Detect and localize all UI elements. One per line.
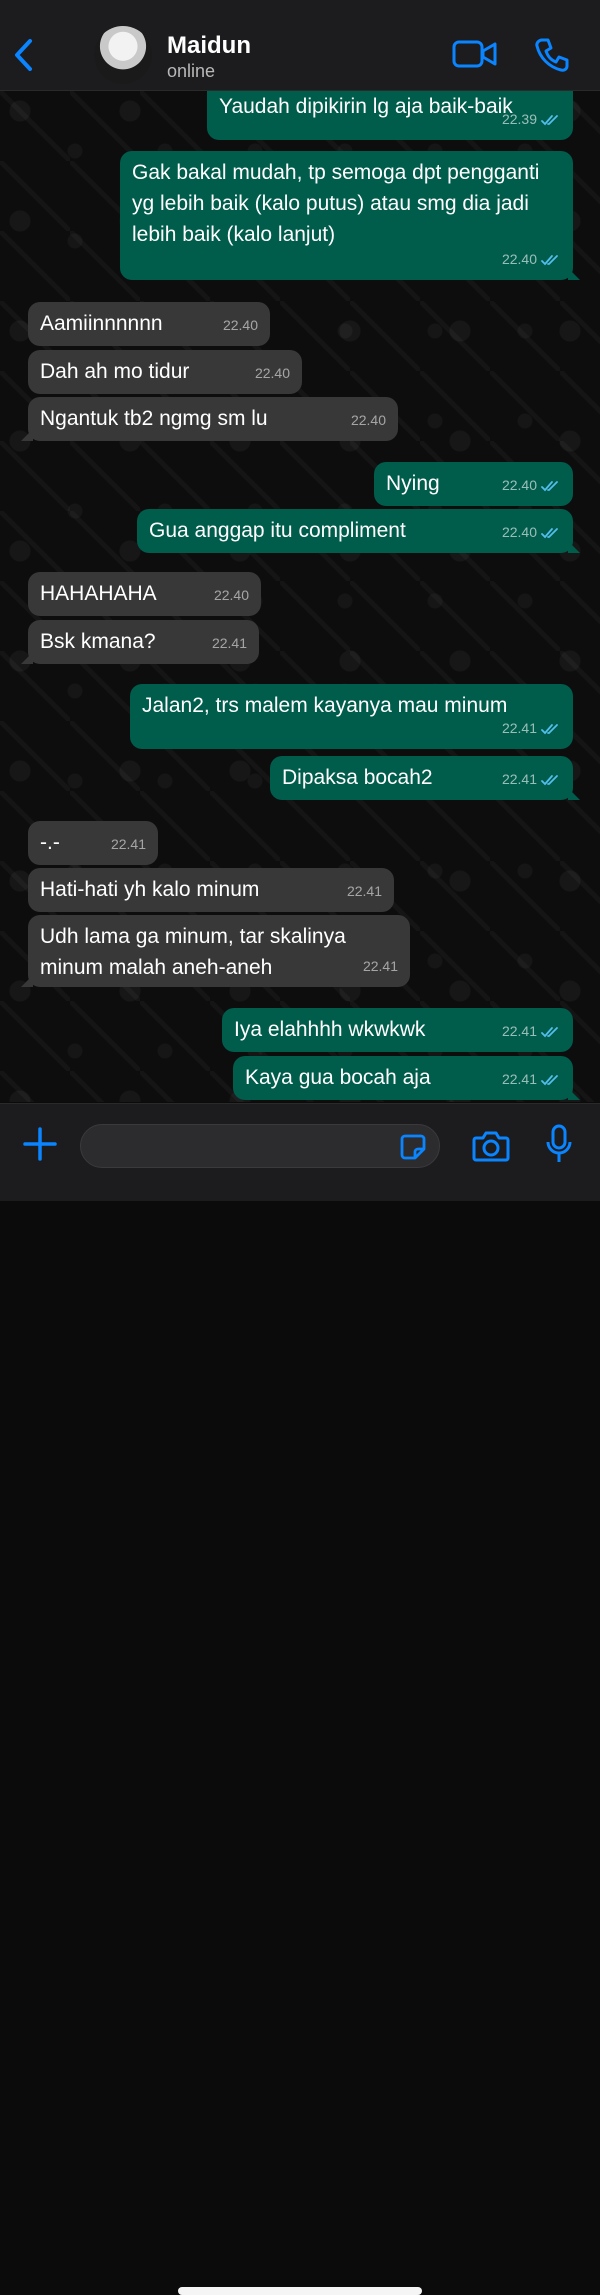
message-meta: 22.40 [223, 310, 258, 341]
message-input[interactable] [81, 1125, 413, 1167]
outgoing-message-bubble[interactable]: Gua anggap itu compliment 22.40 [137, 509, 580, 553]
message-meta: 22.40 [502, 517, 561, 548]
message-meta: 22.40 [502, 244, 561, 275]
message-time: 22.40 [501, 251, 537, 267]
message-meta: 22.40 [502, 470, 561, 501]
message-meta: 22.41 [347, 876, 382, 907]
double-check-icon [541, 527, 558, 538]
message-meta: 22.39 [502, 104, 561, 135]
sticker-button[interactable] [399, 1133, 427, 1161]
message-text: Gua anggap itu compliment [149, 519, 406, 542]
incoming-message-bubble[interactable]: Dah ah mo tidur 22.40 [28, 350, 302, 394]
back-button[interactable] [10, 35, 40, 75]
home-indicator [178, 2287, 422, 2295]
contact-status: online [167, 61, 216, 81]
double-check-icon [541, 1026, 558, 1037]
outgoing-message-bubble[interactable]: Dipaksa bocah2 22.41 [270, 756, 580, 800]
message-text: Jalan2, trs malem kayanya mau minum [142, 694, 508, 717]
plus-icon [23, 1127, 57, 1161]
outgoing-message-bubble[interactable]: Jalan2, trs malem kayanya mau minum 22.41 [130, 684, 573, 749]
outgoing-message-bubble[interactable]: Gak bakal mudah, tp semoga dpt pengganti… [120, 151, 580, 280]
message-time: 22.40 [254, 365, 290, 381]
message-meta: 22.41 [502, 1016, 561, 1047]
double-check-icon [541, 114, 558, 125]
double-check-icon [541, 254, 558, 265]
message-meta: 22.40 [214, 580, 249, 611]
message-text: Hati-hati yh kalo minum [40, 878, 260, 901]
message-time: 22.41 [110, 836, 146, 852]
sticker-icon [400, 1134, 426, 1160]
incoming-message-bubble[interactable]: Hati-hati yh kalo minum 22.41 [28, 868, 394, 912]
double-check-icon [541, 480, 558, 491]
message-time: 22.41 [362, 958, 398, 974]
message-time: 22.40 [501, 524, 537, 540]
message-time: 22.40 [213, 587, 249, 603]
phone-icon [535, 38, 569, 72]
message-time: 22.39 [501, 111, 537, 127]
message-input-box[interactable] [80, 1124, 440, 1168]
message-meta: 22.40 [351, 405, 386, 436]
outgoing-message-bubble[interactable]: Iya elahhhh wkwkwk 22.41 [222, 1008, 573, 1052]
contact-name[interactable]: Maidun [167, 32, 251, 60]
message-meta: 22.41 [363, 951, 398, 982]
incoming-message-bubble[interactable]: Ngantuk tb2 ngmg sm lu 22.40 [21, 397, 398, 441]
chevron-left-icon [15, 39, 32, 71]
outgoing-message-bubble[interactable]: Nying 22.40 [374, 462, 573, 506]
double-check-icon [541, 1074, 558, 1085]
incoming-message-bubble[interactable]: Bsk kmana? 22.41 [21, 620, 259, 664]
message-meta: 22.41 [502, 1064, 561, 1095]
outgoing-message-bubble[interactable]: Kaya gua bocah aja 22.41 [233, 1056, 580, 1100]
message-meta: 22.41 [502, 713, 561, 744]
message-meta: 22.40 [255, 358, 290, 389]
double-check-icon [541, 723, 558, 734]
video-camera-icon [452, 40, 497, 68]
message-text: Dah ah mo tidur [40, 360, 190, 383]
incoming-message-bubble[interactable]: Udh lama ga minum, tar skalinya minum ma… [21, 915, 410, 987]
voice-call-button[interactable] [533, 36, 571, 74]
message-time: 22.41 [501, 1071, 537, 1087]
message-time: 22.40 [222, 317, 258, 333]
message-meta: 22.41 [502, 764, 561, 795]
avatar[interactable] [94, 26, 152, 84]
message-time: 22.40 [501, 477, 537, 493]
camera-button[interactable] [472, 1128, 510, 1164]
message-meta: 22.41 [212, 628, 247, 659]
message-time: 22.41 [501, 1023, 537, 1039]
camera-icon [472, 1131, 510, 1162]
incoming-message-bubble[interactable]: Aamiinnnnnn 22.40 [28, 302, 270, 346]
message-time: 22.41 [501, 720, 537, 736]
incoming-message-bubble[interactable]: -.- 22.41 [28, 821, 158, 865]
outgoing-message-bubble[interactable]: Yaudah dipikirin lg aja baik-baik 22.39 [207, 91, 573, 140]
message-text: Udh lama ga minum, tar skalinya minum ma… [40, 925, 352, 979]
message-time: 22.41 [501, 771, 537, 787]
message-text: Ngantuk tb2 ngmg sm lu [40, 407, 268, 430]
double-check-icon [541, 774, 558, 785]
chat-area[interactable]: Yaudah dipikirin lg aja baik-baik 22.39 Ga… [0, 91, 600, 1102]
incoming-message-bubble[interactable]: HAHAHAHA 22.40 [28, 572, 261, 616]
attach-button[interactable] [22, 1126, 58, 1162]
message-time: 22.41 [211, 635, 247, 651]
chat-header: Maidun online [0, 0, 600, 91]
message-time: 22.40 [350, 412, 386, 428]
microphone-icon [546, 1124, 572, 1162]
composer-bar [0, 1103, 600, 2295]
video-call-button[interactable] [452, 38, 498, 70]
message-time: 22.41 [346, 883, 382, 899]
microphone-button[interactable] [545, 1124, 573, 1166]
message-meta: 22.41 [111, 829, 146, 860]
message-text: Gak bakal mudah, tp semoga dpt pengganti… [132, 161, 546, 246]
